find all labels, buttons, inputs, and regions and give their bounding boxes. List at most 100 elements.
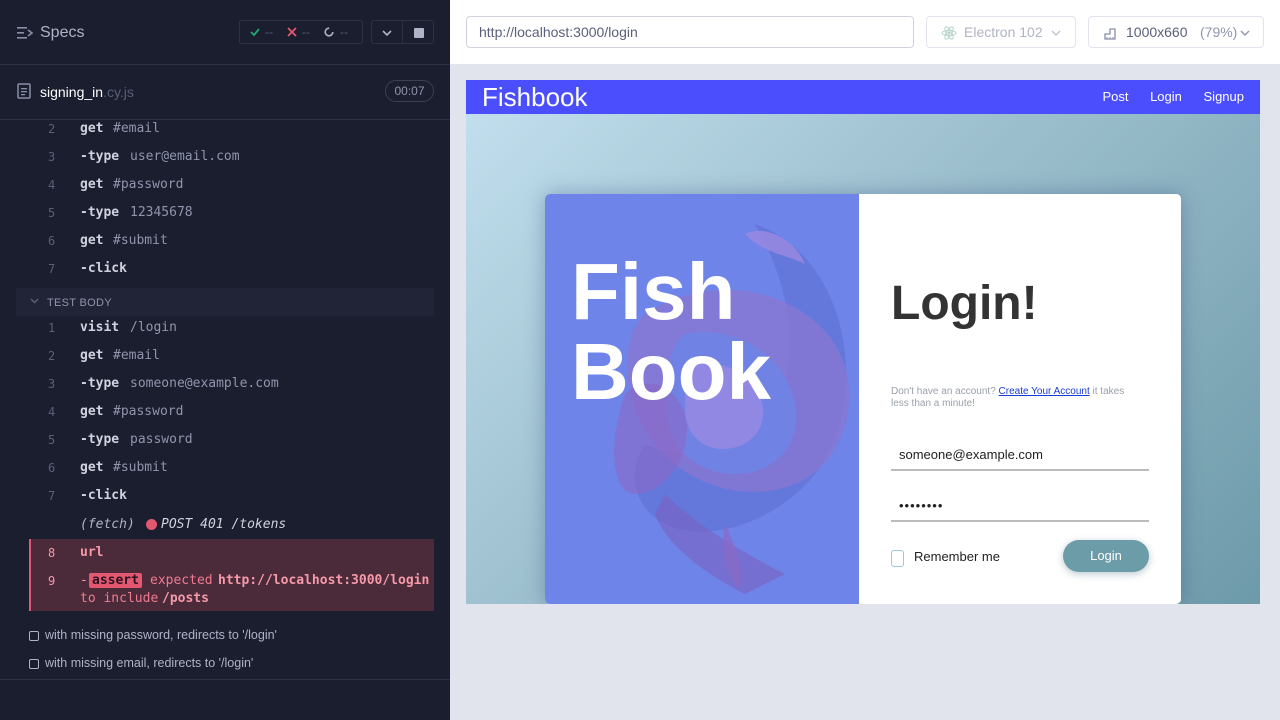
- command-name: -type: [80, 432, 120, 447]
- ruler-icon: [1104, 28, 1116, 40]
- chevron-down-icon: [1051, 30, 1061, 36]
- failed-count: --: [302, 25, 310, 39]
- run-duration: 00:07: [385, 80, 434, 102]
- command-row[interactable]: 3 -type user@email.com: [16, 143, 434, 171]
- command-row[interactable]: 4 get #password: [16, 171, 434, 199]
- command-row[interactable]: 2 get #email: [16, 115, 434, 143]
- command-arg: #email: [113, 121, 160, 136]
- login-heading: Login!: [891, 277, 1038, 330]
- command-number: 5: [48, 206, 56, 220]
- spec-file-ext: .cy.js: [103, 84, 134, 100]
- remember-checkbox[interactable]: [891, 550, 904, 567]
- zoom-level: (79%): [1200, 24, 1238, 40]
- command-row[interactable]: 5 -type 12345678: [16, 199, 434, 227]
- check-icon: [250, 28, 260, 37]
- command-name: get: [80, 121, 104, 136]
- create-account-link[interactable]: Create Your Account: [999, 386, 1090, 397]
- command-number: 6: [48, 234, 56, 248]
- login-form-panel: Login! Don't have an account? Create You…: [859, 194, 1181, 604]
- command-name: url: [80, 545, 104, 560]
- nav-link-signup[interactable]: Signup: [1204, 89, 1244, 104]
- assert-expected-value: /posts: [162, 591, 209, 606]
- url-bar[interactable]: http://localhost:3000/login: [466, 16, 914, 48]
- command-number: 4: [48, 405, 56, 419]
- expand-button[interactable]: [371, 20, 403, 44]
- command-number: 7: [48, 262, 56, 276]
- command-arg: #submit: [113, 233, 168, 248]
- browser-name: Electron 102: [964, 24, 1043, 40]
- app-nav-links: Post Login Signup: [1084, 89, 1244, 104]
- nav-link-post[interactable]: Post: [1102, 89, 1128, 104]
- command-number: 6: [48, 461, 56, 475]
- command-row[interactable]: 7 -click: [16, 482, 434, 510]
- command-name: -type: [80, 205, 120, 220]
- command-name: -type: [80, 376, 120, 391]
- command-name: -type: [80, 149, 120, 164]
- command-row[interactable]: 6 get #submit: [16, 227, 434, 255]
- remember-label: Remember me: [914, 549, 1000, 564]
- signup-note-prefix: Don't have an account?: [891, 386, 999, 397]
- command-arg: #submit: [113, 460, 168, 475]
- command-arg: 12345678: [130, 205, 193, 220]
- chevron-down-icon: [382, 30, 392, 37]
- command-row[interactable]: 7 -click: [16, 255, 434, 283]
- command-row[interactable]: 2 get #email: [16, 342, 434, 370]
- hero-title: Fish Book: [571, 252, 771, 412]
- chevron-down-icon: [30, 298, 39, 304]
- test-title: with missing password, redirects to '/lo…: [45, 628, 277, 642]
- preview-panel: http://localhost:3000/login Electron 102…: [450, 0, 1280, 720]
- document-icon: [17, 83, 31, 99]
- test-body-label: TEST BODY: [47, 297, 112, 309]
- failed-commands[interactable]: 8 url 9 - assert expected http://localho…: [29, 539, 434, 611]
- stop-button[interactable]: [402, 20, 434, 44]
- app-navbar: Fishbook Post Login Signup: [466, 80, 1260, 114]
- command-number: 3: [48, 377, 56, 391]
- login-button[interactable]: Login: [1063, 540, 1149, 572]
- pending-count: --: [340, 25, 348, 39]
- test-stats: -- -- --: [239, 20, 363, 44]
- command-number: 7: [48, 489, 56, 503]
- command-number: 8: [48, 546, 56, 560]
- command-arg: #password: [113, 404, 184, 419]
- test-status-icon: [29, 631, 39, 641]
- command-arg: password: [130, 432, 193, 447]
- specs-label[interactable]: Specs: [40, 24, 84, 42]
- viewport-info[interactable]: 1000x660 (79%): [1088, 16, 1264, 48]
- nav-link-login[interactable]: Login: [1150, 89, 1182, 104]
- spec-file-header: signing_in.cy.js 00:07: [0, 65, 450, 120]
- spec-file-name[interactable]: signing_in.cy.js: [40, 84, 134, 100]
- command-name: visit: [80, 320, 120, 335]
- error-dot-icon: [146, 519, 157, 530]
- command-name: get: [80, 348, 104, 363]
- pending-icon: [324, 27, 334, 37]
- command-row[interactable]: 6 get #submit: [16, 454, 434, 482]
- command-number: 4: [48, 178, 56, 192]
- command-row[interactable]: 4 get #password: [16, 398, 434, 426]
- password-field[interactable]: ••••••••: [891, 492, 1149, 522]
- browser-selector[interactable]: Electron 102: [926, 16, 1076, 48]
- fetch-row[interactable]: (fetch) POST 401 /tokens: [16, 511, 434, 539]
- assert-badge: assert: [89, 573, 142, 588]
- command-row[interactable]: 5 -type password: [16, 426, 434, 454]
- command-arg: someone@example.com: [130, 376, 279, 391]
- command-name: get: [80, 460, 104, 475]
- login-card: Fish Book Login! Don't have an account? …: [545, 194, 1181, 604]
- command-row[interactable]: 3 -type someone@example.com: [16, 370, 434, 398]
- chevron-down-icon: [1240, 30, 1250, 36]
- fetch-detail: POST 401 /tokens: [161, 517, 287, 532]
- test-item[interactable]: with missing email, redirects to '/login…: [29, 655, 429, 675]
- app-brand[interactable]: Fishbook: [482, 82, 588, 113]
- browser-toolbar: http://localhost:3000/login Electron 102…: [450, 0, 1280, 64]
- assert-expected-word: expected: [150, 573, 213, 588]
- assert-actual-value: http://localhost:3000/login: [218, 573, 430, 588]
- email-field[interactable]: someone@example.com: [891, 441, 1149, 471]
- hero-line-2: Book: [571, 327, 771, 416]
- test-status-icon: [29, 659, 39, 669]
- electron-icon: [941, 26, 957, 40]
- stop-icon: [414, 28, 424, 38]
- command-arg: #password: [113, 177, 184, 192]
- test-body-header[interactable]: TEST BODY: [16, 288, 434, 316]
- command-row[interactable]: 1 visit /login: [16, 314, 434, 342]
- test-item[interactable]: with missing password, redirects to '/lo…: [29, 627, 429, 647]
- specs-list-icon[interactable]: [17, 26, 33, 40]
